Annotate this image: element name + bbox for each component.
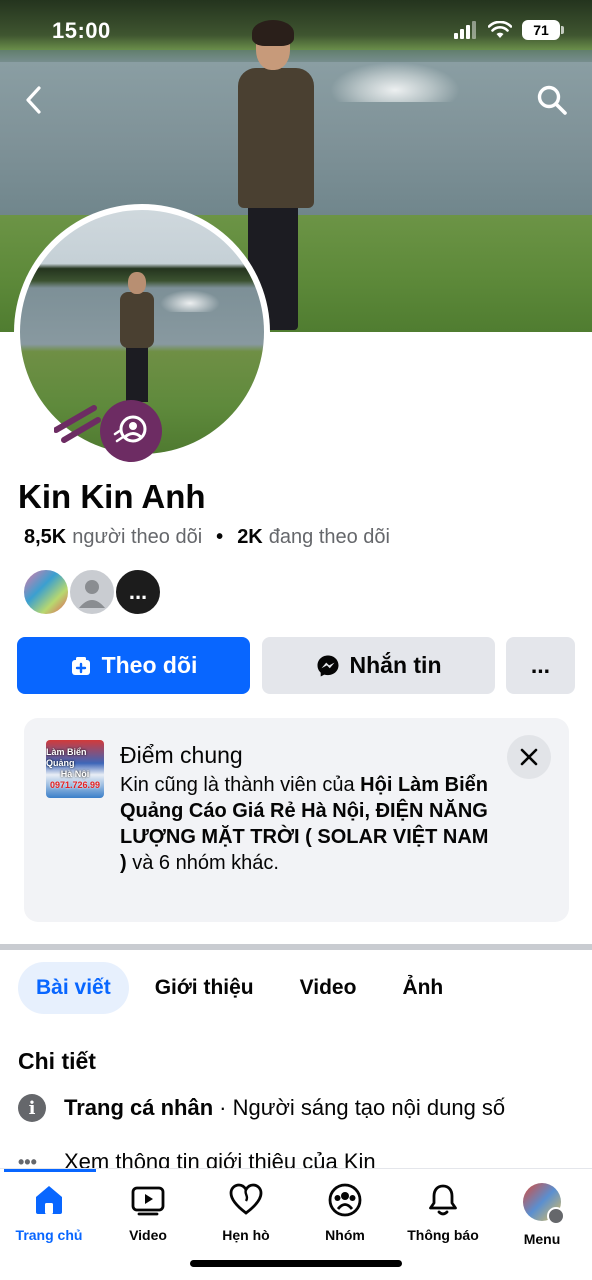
menu-avatar-icon [523,1183,565,1225]
creator-star-icon [113,415,147,443]
nav-menu[interactable]: Menu [493,1183,591,1247]
detail-profile-type: i Trang cá nhân · Người sáng tạo nội dun… [18,1094,505,1122]
profile-avatar[interactable] [14,204,270,462]
digital-creator-badge-icon[interactable] [100,400,162,462]
back-button[interactable] [14,80,54,120]
more-options-button[interactable]: ... [506,637,575,694]
search-button[interactable] [532,80,572,120]
search-icon [537,85,567,115]
bell-icon [429,1184,457,1216]
menu-badge-icon [547,1207,565,1225]
common-card-suffix: và 6 nhóm khác. [126,852,279,874]
detail-text: · Người sáng tạo nội dung số [219,1095,506,1120]
profile-stats: 8,5K người theo dõi • 2K đang theo dõi [24,526,390,549]
nav-dating[interactable]: Hẹn hò [197,1183,295,1243]
groups-icon [328,1183,362,1217]
active-tab-indicator [4,1169,96,1172]
dating-heart-icon [229,1183,263,1215]
nav-video-label: Video [129,1227,167,1243]
status-bar: 15:00 71 [0,0,592,64]
chevron-left-icon [26,86,41,114]
tab-about[interactable]: Giới thiệu [135,962,274,1014]
follow-label: Theo dõi [101,652,198,678]
thumb-phone: 0971.726.99 [49,780,101,790]
details-title: Chi tiết [18,1048,96,1074]
stats-separator: • [216,526,224,548]
close-card-button[interactable] [507,735,551,779]
following-count[interactable]: 2K [237,526,263,549]
mutual-followers[interactable]: ... [22,568,162,616]
status-time: 15:00 [52,18,111,43]
mutual-avatar-default[interactable] [68,568,116,616]
message-button[interactable]: Nhắn tin [262,637,495,694]
followers-count[interactable]: 8,5K [24,526,66,549]
nav-video[interactable]: Video [99,1183,197,1243]
thumb-line2: Hà Nội [60,769,90,779]
nav-groups[interactable]: Nhóm [296,1183,394,1243]
close-icon [520,748,538,766]
status-icons: 71 [454,20,564,40]
section-divider [0,944,592,950]
detail-bold: Trang cá nhân [64,1095,214,1120]
nav-home[interactable]: Trang chủ [0,1183,98,1243]
profile-name: Kin Kin Anh [18,478,206,515]
cover-fountain [330,62,460,102]
following-label[interactable]: đang theo dõi [269,526,390,549]
wifi-icon [488,21,512,38]
common-groups-card[interactable]: Làm Biển Quảng Hà Nội 0971.726.99 Điểm c… [24,718,569,922]
nav-groups-label: Nhóm [325,1227,365,1243]
group-thumbnail: Làm Biển Quảng Hà Nội 0971.726.99 [46,740,104,798]
signal-icon [454,21,476,39]
more-mutuals-button[interactable]: ... [114,568,162,616]
nav-home-label: Trang chủ [15,1227,83,1243]
nav-dating-label: Hẹn hò [222,1227,270,1243]
followers-label[interactable]: người theo dõi [72,526,202,549]
more-dots-icon: ... [530,652,551,678]
messenger-icon [317,655,338,676]
common-card-title: Điểm chung [120,742,243,768]
mutual-avatar[interactable] [22,568,70,616]
info-icon: i [18,1094,46,1122]
battery-icon: 71 [522,20,564,40]
tab-photos[interactable]: Ảnh [382,962,463,1014]
thumb-line1: Làm Biển Quảng [46,747,87,768]
video-icon [131,1186,165,1216]
nav-notifications-label: Thông báo [407,1227,479,1243]
common-card-prefix: Kin cũng là thành viên của [120,774,361,796]
nav-notifications[interactable]: Thông báo [394,1183,492,1243]
home-indicator [190,1260,402,1267]
tab-video[interactable]: Video [280,962,377,1014]
tab-posts[interactable]: Bài viết [18,962,129,1014]
nav-menu-label: Menu [523,1231,561,1247]
profile-tabs: Bài viết Giới thiệu Video Ảnh [18,962,469,1014]
follow-plus-icon [71,656,90,675]
home-icon [36,1186,62,1214]
person-silhouette-icon [79,580,105,608]
message-label: Nhắn tin [349,652,442,678]
common-card-text: Kin cũng là thành viên của Hội Làm Biển … [120,772,500,876]
follow-button[interactable]: Theo dõi [17,637,250,694]
